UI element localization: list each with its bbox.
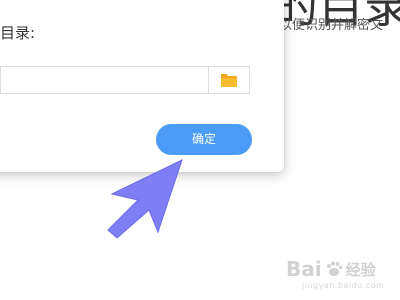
folder-icon [221, 73, 237, 87]
browse-folder-button[interactable] [208, 66, 250, 94]
paw-logo-icon [326, 261, 342, 276]
directory-label: 目录: [0, 24, 36, 42]
decrypt-directory-dialog: 目录: 确定 [0, 0, 284, 172]
directory-path-input[interactable] [0, 66, 208, 94]
watermark-subtitle: jingyan.baidu.com [302, 281, 385, 290]
baidu-jingyan-watermark: Bai 经验 jingyan.baidu.com [286, 257, 384, 290]
dialog-body: 目录: 确定 [0, 0, 284, 172]
arrow-cursor-icon [107, 159, 183, 239]
watermark-brand-cn: 经验 [345, 260, 376, 279]
background-description: 以便识别并解密文 [279, 18, 384, 33]
watermark-brand: Bai [286, 257, 322, 281]
